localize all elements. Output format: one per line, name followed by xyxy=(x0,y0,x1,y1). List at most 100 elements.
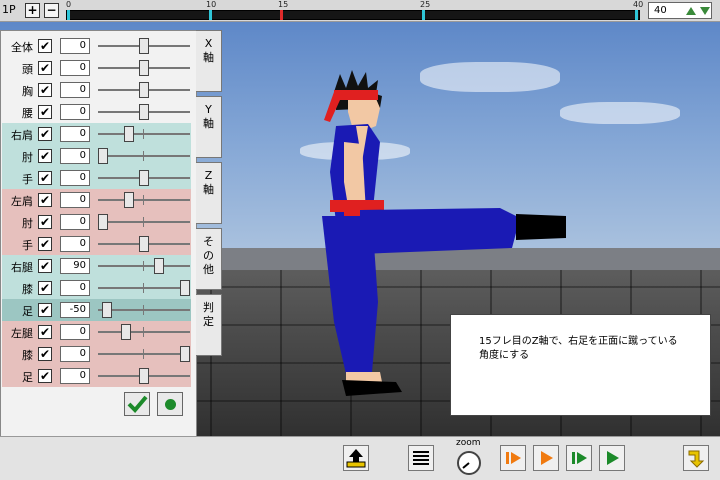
zoom-dial[interactable] xyxy=(457,451,481,475)
joint-label: 全体 xyxy=(11,41,33,54)
increment-icon[interactable] xyxy=(686,7,696,15)
slider-thumb[interactable] xyxy=(98,148,108,164)
joint-angle-input[interactable]: 90 xyxy=(60,258,90,274)
slider-thumb[interactable] xyxy=(124,126,134,142)
joint-enable-checkbox[interactable]: ✔ xyxy=(38,281,52,295)
joint-row: 肘 ✔ 0 xyxy=(2,211,191,233)
joint-label: 足 xyxy=(22,305,33,318)
joint-enable-checkbox[interactable]: ✔ xyxy=(38,39,52,53)
keyframe-marker[interactable] xyxy=(67,10,70,20)
joint-angle-input[interactable]: 0 xyxy=(60,280,90,296)
joint-angle-slider[interactable] xyxy=(98,104,190,120)
export-button[interactable] xyxy=(343,445,369,471)
joint-angle-slider[interactable] xyxy=(98,38,190,54)
slider-thumb[interactable] xyxy=(124,192,134,208)
joint-enable-checkbox[interactable]: ✔ xyxy=(38,369,52,383)
tab-y-axis[interactable]: Y軸 xyxy=(196,96,222,158)
slider-thumb[interactable] xyxy=(121,324,131,340)
joint-enable-checkbox[interactable]: ✔ xyxy=(38,347,52,361)
joint-angle-input[interactable]: 0 xyxy=(60,214,90,230)
joint-enable-checkbox[interactable]: ✔ xyxy=(38,127,52,141)
keyframe-marker[interactable] xyxy=(635,10,638,20)
slider-thumb[interactable] xyxy=(139,60,149,76)
tab-z-axis[interactable]: Z軸 xyxy=(196,162,222,224)
remove-frame-button[interactable]: − xyxy=(44,3,59,18)
joint-angle-slider[interactable] xyxy=(98,368,190,384)
frame-count-stepper[interactable]: 40 xyxy=(648,2,712,19)
joint-angle-slider[interactable] xyxy=(98,346,190,362)
decrement-icon[interactable] xyxy=(700,7,710,15)
joint-angle-input[interactable]: 0 xyxy=(60,104,90,120)
keyframe-marker[interactable] xyxy=(422,10,425,20)
slider-thumb[interactable] xyxy=(180,346,190,362)
slider-thumb[interactable] xyxy=(139,38,149,54)
joint-enable-checkbox[interactable]: ✔ xyxy=(38,171,52,185)
joint-angle-input[interactable]: 0 xyxy=(60,148,90,164)
step-play-button[interactable] xyxy=(566,445,592,471)
joint-angle-input[interactable]: 0 xyxy=(60,126,90,142)
slider-track xyxy=(98,287,190,289)
slider-thumb[interactable] xyxy=(139,368,149,384)
timeline-track[interactable]: 0 10 15 25 40 xyxy=(66,0,643,20)
tab-other[interactable]: その他 xyxy=(196,228,222,290)
joint-enable-checkbox[interactable]: ✔ xyxy=(38,105,52,119)
joint-angle-slider[interactable] xyxy=(98,258,190,274)
current-keyframe-marker[interactable] xyxy=(280,10,283,20)
joint-angle-input[interactable]: 0 xyxy=(60,236,90,252)
slider-thumb[interactable] xyxy=(98,214,108,230)
joint-angle-input[interactable]: 0 xyxy=(60,192,90,208)
joint-enable-checkbox[interactable]: ✔ xyxy=(38,303,52,317)
joint-enable-checkbox[interactable]: ✔ xyxy=(38,237,52,251)
joint-angle-input[interactable]: 0 xyxy=(60,170,90,186)
joint-angle-slider[interactable] xyxy=(98,324,190,340)
slider-thumb[interactable] xyxy=(139,236,149,252)
joint-angle-slider[interactable] xyxy=(98,236,190,252)
joint-angle-input[interactable]: 0 xyxy=(60,324,90,340)
joint-enable-checkbox[interactable]: ✔ xyxy=(38,325,52,339)
joint-angle-slider[interactable] xyxy=(98,302,190,318)
play-reverse-stop-button[interactable] xyxy=(500,445,526,471)
slider-center-tick xyxy=(143,195,144,205)
joint-angle-slider[interactable] xyxy=(98,214,190,230)
slider-thumb[interactable] xyxy=(139,170,149,186)
joint-enable-checkbox[interactable]: ✔ xyxy=(38,149,52,163)
tab-label: Y軸 xyxy=(203,103,214,130)
joint-enable-checkbox[interactable]: ✔ xyxy=(38,193,52,207)
playback-bar: zoom xyxy=(0,436,720,480)
record-button[interactable] xyxy=(157,392,183,416)
keyframe-marker[interactable] xyxy=(209,10,212,20)
return-arrow-icon xyxy=(688,450,705,468)
joint-angle-slider[interactable] xyxy=(98,126,190,142)
slider-track xyxy=(98,133,190,135)
joint-angle-input[interactable]: -50 xyxy=(60,302,90,318)
joint-angle-slider[interactable] xyxy=(98,170,190,186)
joint-enable-checkbox[interactable]: ✔ xyxy=(38,61,52,75)
joint-angle-input[interactable]: 0 xyxy=(60,60,90,76)
add-frame-button[interactable]: + xyxy=(25,3,40,18)
joint-enable-checkbox[interactable]: ✔ xyxy=(38,83,52,97)
joint-angle-slider[interactable] xyxy=(98,280,190,296)
joint-angle-input[interactable]: 0 xyxy=(60,368,90,384)
list-button[interactable] xyxy=(408,445,434,471)
slider-thumb[interactable] xyxy=(154,258,164,274)
joint-angle-slider[interactable] xyxy=(98,60,190,76)
joint-enable-checkbox[interactable]: ✔ xyxy=(38,259,52,273)
play-button[interactable] xyxy=(599,445,625,471)
joint-enable-checkbox[interactable]: ✔ xyxy=(38,215,52,229)
tab-hitbox[interactable]: 判定 xyxy=(196,294,222,356)
tab-x-axis[interactable]: X軸 xyxy=(196,30,222,92)
slider-thumb[interactable] xyxy=(180,280,190,296)
joint-angle-input[interactable]: 0 xyxy=(60,346,90,362)
joint-row: 手 ✔ 0 xyxy=(2,233,191,255)
joint-angle-input[interactable]: 0 xyxy=(60,82,90,98)
return-button[interactable] xyxy=(683,445,709,471)
slider-thumb[interactable] xyxy=(102,302,112,318)
slider-thumb[interactable] xyxy=(139,82,149,98)
play-orange-button[interactable] xyxy=(533,445,559,471)
slider-thumb[interactable] xyxy=(139,104,149,120)
confirm-button[interactable] xyxy=(124,392,150,416)
joint-angle-slider[interactable] xyxy=(98,82,190,98)
joint-angle-input[interactable]: 0 xyxy=(60,38,90,54)
joint-angle-slider[interactable] xyxy=(98,148,190,164)
joint-angle-slider[interactable] xyxy=(98,192,190,208)
